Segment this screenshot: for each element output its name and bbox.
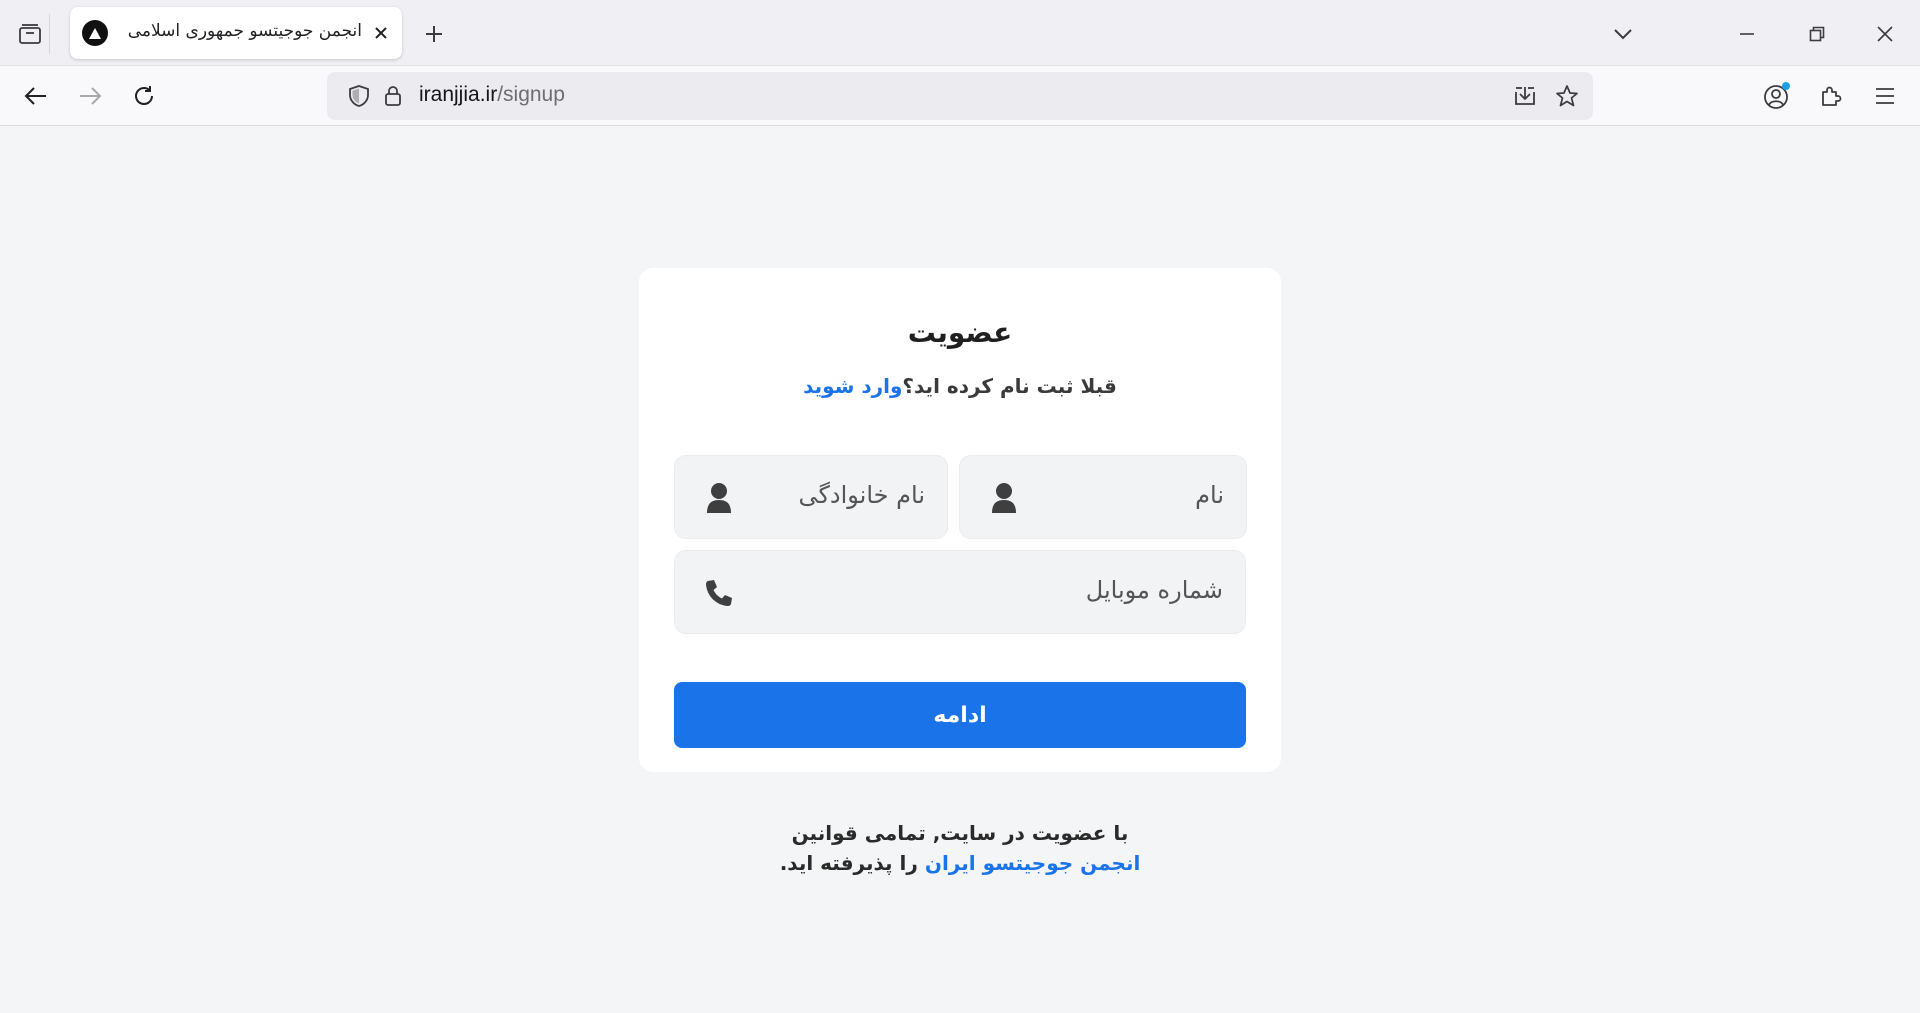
close-icon [1877,26,1893,42]
last-name-field[interactable]: نام خانوادگی [674,455,948,539]
plus-icon [426,26,442,42]
association-link[interactable]: انجمن جوجیتسو ایران [925,851,1140,875]
forward-arrow-icon [80,87,102,105]
account-button[interactable] [1757,76,1797,116]
tab-strip: انجمن جوجیتسو جمهوری اسلامی [0,0,1920,66]
save-page-button[interactable] [1511,82,1539,110]
shield-icon[interactable] [345,82,373,110]
login-prompt-text: قبلا ثبت نام کرده اید؟ [902,374,1117,398]
mobile-number-field[interactable]: شماره موبایل [674,550,1246,634]
back-arrow-icon [24,87,46,105]
terms-suffix: را پذیرفته اید. [779,851,925,875]
page-title: عضویت [907,316,1013,349]
chevron-down-icon [1614,29,1632,40]
last-name-placeholder: نام خانوادگی [798,481,926,509]
extensions-button[interactable] [1811,76,1851,116]
mobile-number-placeholder: شماره موبایل [1085,576,1223,604]
forward-button[interactable] [70,76,110,116]
restore-icon [1809,26,1825,42]
tab-list-button[interactable] [10,14,50,54]
new-tab-button[interactable] [414,14,454,54]
menu-button[interactable] [1865,76,1905,116]
window-close-button[interactable] [1865,14,1905,54]
url-text[interactable]: iranjjia.ir/signup [419,83,565,107]
bookmark-button[interactable] [1553,82,1581,110]
tab-title: انجمن جوجیتسو جمهوری اسلامی [127,21,362,41]
active-tab[interactable]: انجمن جوجیتسو جمهوری اسلامی [70,7,402,59]
reload-button[interactable] [124,76,164,116]
user-icon [703,482,735,514]
account-icon [1764,82,1790,109]
hamburger-menu-icon [1876,88,1894,104]
page-content: عضویت قبلا ثبت نام کرده اید؟وارد شوید نا… [0,127,1920,1013]
terms-line-2: انجمن جوجیتسو ایران را پذیرفته اید. [560,848,1360,878]
reload-icon [135,86,153,105]
close-tab-button[interactable] [368,20,394,46]
tab-dropdown-button[interactable] [1603,14,1643,54]
lock-icon[interactable] [379,82,407,110]
terms-line-1: با عضویت در سایت, تمامی قوانین [791,821,1129,845]
url-domain: iranjjia.ir [419,83,498,106]
star-icon [1556,85,1578,107]
back-button[interactable] [16,76,56,116]
minimize-button[interactable] [1727,14,1767,54]
close-icon [375,27,387,39]
triangle-logo-icon [82,20,108,46]
terms-notice: با عضویت در سایت, تمامی قوانین انجمن جوج… [560,818,1360,878]
phone-icon [703,577,735,609]
url-bar[interactable]: iranjjia.ir/signup [327,72,1593,120]
navigation-bar: iranjjia.ir/signup [0,66,1920,126]
user-icon [988,482,1020,514]
first-name-field[interactable]: نام [959,455,1247,539]
continue-button[interactable]: ادامه [674,682,1246,748]
download-icon [1515,87,1535,105]
restore-button[interactable] [1797,14,1837,54]
minimize-icon [1740,33,1754,35]
login-prompt: قبلا ثبت نام کرده اید؟وارد شوید [639,374,1281,398]
first-name-placeholder: نام [1195,481,1224,509]
tab-list-icon [18,24,41,44]
signup-card: عضویت قبلا ثبت نام کرده اید؟وارد شوید نا… [639,268,1281,772]
login-link[interactable]: وارد شوید [803,374,902,398]
puzzle-icon [1822,86,1842,106]
url-path: /signup [497,83,565,106]
